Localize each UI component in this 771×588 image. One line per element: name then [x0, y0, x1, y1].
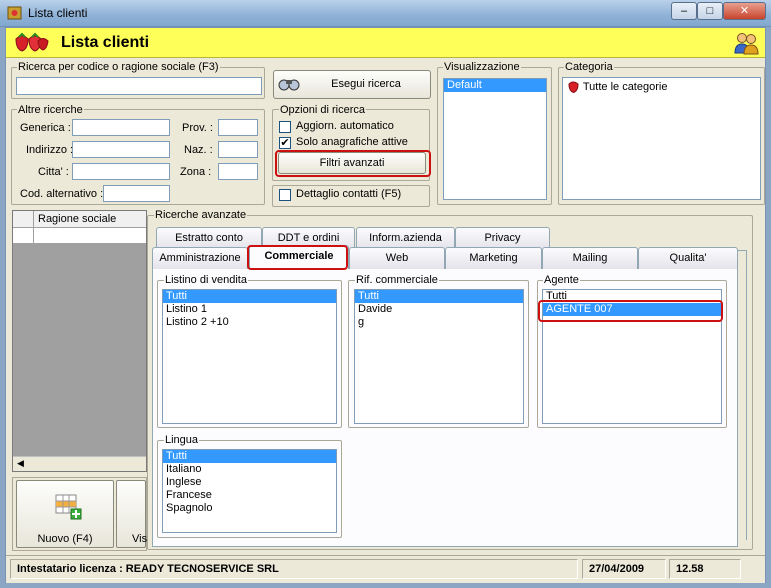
search-code-label: Ricerca per codice o ragione sociale (F3…: [17, 61, 220, 73]
tab-estratto-conto[interactable]: Estratto conto: [156, 227, 262, 249]
citta-input[interactable]: [72, 163, 170, 180]
contact-detail-label: Dettaglio contatti (F5): [296, 188, 402, 200]
prov-label: Prov. :: [182, 122, 213, 134]
tab-marketing[interactable]: Marketing: [445, 247, 542, 269]
price-list-listbox[interactable]: Tutti Listino 1 Listino 2 +10: [162, 289, 337, 424]
category-item-label: Tutte le categorie: [582, 81, 668, 93]
search-options-label: Opzioni di ricerca: [279, 104, 366, 116]
tab-stack-edge: [738, 250, 747, 540]
cod-alt-input[interactable]: [103, 185, 170, 202]
new-button[interactable]: Nuovo (F4): [16, 480, 114, 548]
other-search-label: Altre ricerche: [17, 104, 84, 116]
grid-column-header[interactable]: Ragione sociale: [33, 211, 116, 228]
category-label: Categoria: [564, 61, 614, 73]
list-item[interactable]: Tutti: [355, 290, 523, 303]
list-item[interactable]: Listino 1: [163, 303, 336, 316]
list-item[interactable]: Tutti: [543, 290, 721, 303]
users-icon[interactable]: [733, 31, 759, 55]
table-row[interactable]: [13, 228, 146, 244]
new-button-label: Nuovo (F4): [37, 533, 93, 545]
execute-search-label: Esegui ricerca: [331, 78, 401, 90]
tab-amministrazione[interactable]: Amministrazione: [152, 247, 248, 269]
view-label: Visualizzazione: [443, 61, 521, 73]
language-listbox[interactable]: Tutti Italiano Inglese Francese Spagnolo: [162, 449, 337, 533]
tab-mailing[interactable]: Mailing: [542, 247, 638, 269]
list-item[interactable]: Davide: [355, 303, 523, 316]
generica-input[interactable]: [72, 119, 170, 136]
view-button[interactable]: Vis: [116, 480, 148, 548]
status-date: 27/04/2009: [582, 559, 666, 579]
grid-header: Ragione sociale: [13, 211, 146, 228]
grid-horizontal-scrollbar[interactable]: ◀: [13, 456, 146, 471]
language-label: Lingua: [164, 434, 200, 446]
window-titlebar: Lista clienti – □ ✕: [0, 0, 771, 27]
tab-privacy[interactable]: Privacy: [455, 227, 550, 249]
list-item[interactable]: Listino 2 +10: [163, 316, 336, 329]
tab-qualita[interactable]: Qualita': [638, 247, 738, 269]
page-title: Lista clienti: [61, 34, 150, 51]
binoculars-icon: [278, 79, 300, 91]
sales-ref-label: Rif. commerciale: [355, 274, 439, 286]
naz-label: Naz. :: [184, 144, 213, 156]
auto-update-label: Aggiorn. automatico: [296, 120, 394, 132]
advanced-filters-button[interactable]: Filtri avanzati: [278, 152, 426, 174]
view-listbox[interactable]: Default: [443, 78, 547, 200]
new-record-icon: [55, 494, 82, 520]
agent-listbox[interactable]: Tutti AGENTE 007: [542, 289, 722, 424]
naz-input[interactable]: [218, 141, 258, 158]
search-code-input[interactable]: [16, 77, 262, 95]
price-list-label: Listino di vendita: [164, 274, 248, 286]
list-item[interactable]: Tutti: [163, 450, 336, 463]
zona-label: Zona :: [180, 166, 212, 178]
app-icon: [7, 6, 22, 20]
category-tree[interactable]: Tutte le categorie: [562, 77, 761, 200]
license-status: Intestatario licenza : READY TECNOSERVIC…: [10, 559, 578, 579]
cod-alt-label: Cod. alternativo :: [20, 188, 104, 200]
citta-label: Citta' :: [38, 166, 69, 178]
view-button-label: Vis: [132, 533, 148, 545]
sales-ref-listbox[interactable]: Tutti Davide g: [354, 289, 524, 424]
indirizzo-label: Indirizzo :: [26, 144, 74, 156]
maximize-button[interactable]: □: [697, 2, 723, 20]
list-item[interactable]: AGENTE 007: [543, 303, 721, 316]
advanced-search-label: Ricerche avanzate: [154, 209, 248, 221]
window-title: Lista clienti: [28, 6, 88, 20]
tab-inform-azienda[interactable]: Inform.azienda: [356, 227, 455, 249]
list-item[interactable]: Tutti: [163, 290, 336, 303]
list-item[interactable]: Spagnolo: [163, 502, 336, 515]
execute-search-button[interactable]: Esegui ricerca: [273, 70, 431, 99]
status-bar: Intestatario licenza : READY TECNOSERVIC…: [6, 555, 765, 583]
list-item[interactable]: Inglese: [163, 476, 336, 489]
tab-commerciale[interactable]: Commerciale: [249, 245, 349, 269]
active-only-checkbox[interactable]: ✔: [279, 137, 291, 149]
prov-input[interactable]: [218, 119, 258, 136]
indirizzo-input[interactable]: [72, 141, 170, 158]
strawberries-logo-icon: [15, 32, 49, 52]
page-header: Lista clienti: [6, 28, 765, 58]
list-item[interactable]: g: [355, 316, 523, 329]
strawberry-icon: [568, 81, 579, 94]
auto-update-checkbox[interactable]: [279, 121, 291, 133]
status-time: 12.58: [669, 559, 741, 579]
minimize-button[interactable]: –: [671, 2, 697, 20]
client-grid[interactable]: Ragione sociale ◀: [12, 210, 147, 472]
active-only-label: Solo anagrafiche attive: [296, 136, 408, 148]
list-item[interactable]: Tutte le categorie: [563, 78, 760, 96]
list-item[interactable]: Default: [444, 79, 546, 92]
zona-input[interactable]: [218, 163, 258, 180]
bottom-toolbar: Nuovo (F4) Vis: [12, 477, 147, 551]
generica-label: Generica :: [20, 122, 71, 134]
contact-detail-checkbox[interactable]: [279, 189, 291, 201]
list-item[interactable]: Italiano: [163, 463, 336, 476]
close-button[interactable]: ✕: [723, 2, 766, 20]
scroll-left-icon[interactable]: ◀: [17, 458, 24, 469]
list-item[interactable]: Francese: [163, 489, 336, 502]
tab-web[interactable]: Web: [349, 247, 445, 269]
agent-label: Agente: [543, 274, 580, 286]
